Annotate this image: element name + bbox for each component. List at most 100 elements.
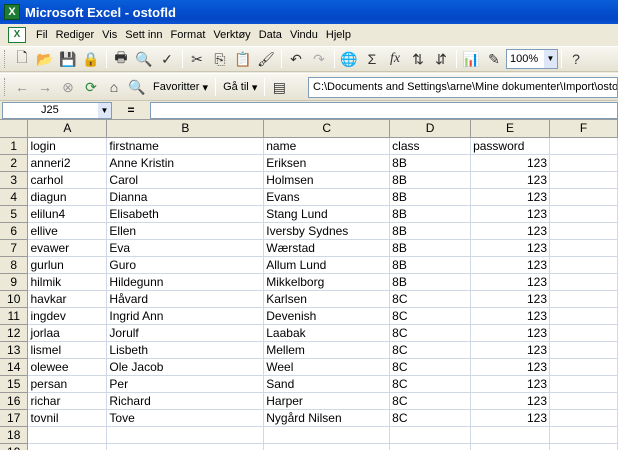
select-all-corner[interactable] [0,120,29,138]
show-web-toolbar-icon[interactable]: ▤ [268,76,290,98]
grid-cell[interactable]: 8B [389,205,472,223]
row-header[interactable]: 13 [0,341,29,359]
grid-cell[interactable]: 123 [470,239,551,257]
grid-cell[interactable]: 8C [389,375,472,393]
insert-function-icon[interactable]: fx [384,48,406,70]
grid-cell[interactable]: Evans [263,188,391,206]
grid-cell[interactable]: 8B [389,239,472,257]
print-icon[interactable]: 🖶 [110,48,132,70]
grid-cell[interactable]: Ole Jacob [106,358,265,376]
zoom-select[interactable]: 100% ▼ [506,49,558,69]
grid-cell[interactable]: 8C [389,307,472,325]
grid-cell[interactable] [549,409,618,427]
grid-cell[interactable] [549,256,618,274]
grid-cell[interactable]: Laabak [263,324,391,342]
grid-cell[interactable] [106,426,265,444]
grid-cell[interactable]: diagun [27,188,108,206]
grid-cell[interactable]: firstname [106,137,265,155]
grid-cell[interactable]: Nygård Nilsen [263,409,391,427]
grid-cell[interactable] [549,392,618,410]
grid-cell[interactable]: Dianna [106,188,265,206]
grid-cell[interactable]: Iversby Sydnes [263,222,391,240]
autosum-icon[interactable]: Σ [361,48,383,70]
grid-cell[interactable]: 123 [470,290,551,308]
grid-cell[interactable]: Jorulf [106,324,265,342]
row-header[interactable]: 4 [0,188,29,206]
grid-cell[interactable]: 123 [470,358,551,376]
sort-descending-icon[interactable]: ⇵ [430,48,452,70]
grid-cell[interactable] [549,273,618,291]
home-icon[interactable]: ⌂ [103,76,125,98]
grid-cell[interactable]: Eriksen [263,154,391,172]
grid-cell[interactable]: 8B [389,222,472,240]
workbook-icon[interactable]: X [8,27,26,43]
grid-cell[interactable] [549,205,618,223]
grid-cell[interactable] [549,341,618,359]
formula-input[interactable] [150,101,618,119]
grid-cell[interactable]: olewee [27,358,108,376]
grid-cell[interactable]: ellive [27,222,108,240]
grid-cell[interactable]: Hildegunn [106,273,265,291]
grid-cell[interactable]: ingdev [27,307,108,325]
chevron-down-icon[interactable]: ▼ [98,102,111,118]
undo-icon[interactable]: ↶ [285,48,307,70]
goto-button[interactable]: Gå til ▾ [219,81,261,94]
column-header[interactable]: D [389,120,472,138]
grid-cell[interactable] [549,137,618,155]
grid-cell[interactable]: carhol [27,171,108,189]
row-header[interactable]: 3 [0,171,29,189]
menu-sett-inn[interactable]: Sett inn [121,26,166,44]
address-field[interactable]: C:\Documents and Settings\arne\Mine doku… [308,77,618,98]
grid-cell[interactable]: Holmsen [263,171,391,189]
grid-cell[interactable]: 123 [470,341,551,359]
favorites-button[interactable]: Favoritter ▾ [149,81,212,94]
toolbar-grip[interactable] [4,50,7,68]
open-folder-icon[interactable]: 📂 [34,48,56,70]
column-header[interactable]: A [27,120,108,138]
grid-cell[interactable]: Guro [106,256,265,274]
row-header[interactable]: 8 [0,256,29,274]
row-header[interactable]: 9 [0,273,29,291]
grid-cell[interactable]: Carol [106,171,265,189]
row-header[interactable]: 5 [0,205,29,223]
grid-cell[interactable] [263,443,391,450]
grid-cell[interactable]: login [27,137,108,155]
grid-cell[interactable]: 8C [389,324,472,342]
grid-cell[interactable]: Allum Lund [263,256,391,274]
save-icon[interactable]: 💾 [57,48,79,70]
redo-icon[interactable]: ↷ [308,48,330,70]
row-header[interactable]: 11 [0,307,29,325]
grid-cell[interactable]: name [263,137,391,155]
grid-cell[interactable]: 123 [470,154,551,172]
menu-vindu[interactable]: Vindu [286,26,322,44]
grid-cell[interactable] [549,358,618,376]
grid-cell[interactable]: 8B [389,154,472,172]
stop-icon[interactable]: ⊗ [57,76,79,98]
grid-cell[interactable] [549,307,618,325]
grid-cell[interactable] [549,171,618,189]
grid-cell[interactable]: anneri2 [27,154,108,172]
column-header[interactable]: C [263,120,391,138]
refresh-icon[interactable]: ⟳ [80,76,102,98]
grid-cell[interactable]: 8C [389,341,472,359]
grid-cell[interactable]: 123 [470,188,551,206]
grid-cell[interactable]: 123 [470,307,551,325]
grid-cell[interactable] [389,426,472,444]
grid-cell[interactable] [549,222,618,240]
grid-cell[interactable]: tovnil [27,409,108,427]
grid-cell[interactable]: Richard [106,392,265,410]
grid-cell[interactable] [27,426,108,444]
grid-cell[interactable]: 8C [389,358,472,376]
grid-cell[interactable]: Devenish [263,307,391,325]
row-header[interactable]: 2 [0,154,29,172]
column-header[interactable]: F [549,120,618,138]
grid-cell[interactable]: hilmik [27,273,108,291]
hyperlink-icon[interactable]: 🌐 [338,48,360,70]
grid-cell[interactable]: Anne Kristin [106,154,265,172]
name-box[interactable]: J25 ▼ [2,101,112,119]
permission-icon[interactable]: 🔒 [80,48,102,70]
grid-cell[interactable] [470,443,551,450]
menu-rediger[interactable]: Rediger [52,26,99,44]
menu-format[interactable]: Format [167,26,210,44]
grid-cell[interactable]: Harper [263,392,391,410]
